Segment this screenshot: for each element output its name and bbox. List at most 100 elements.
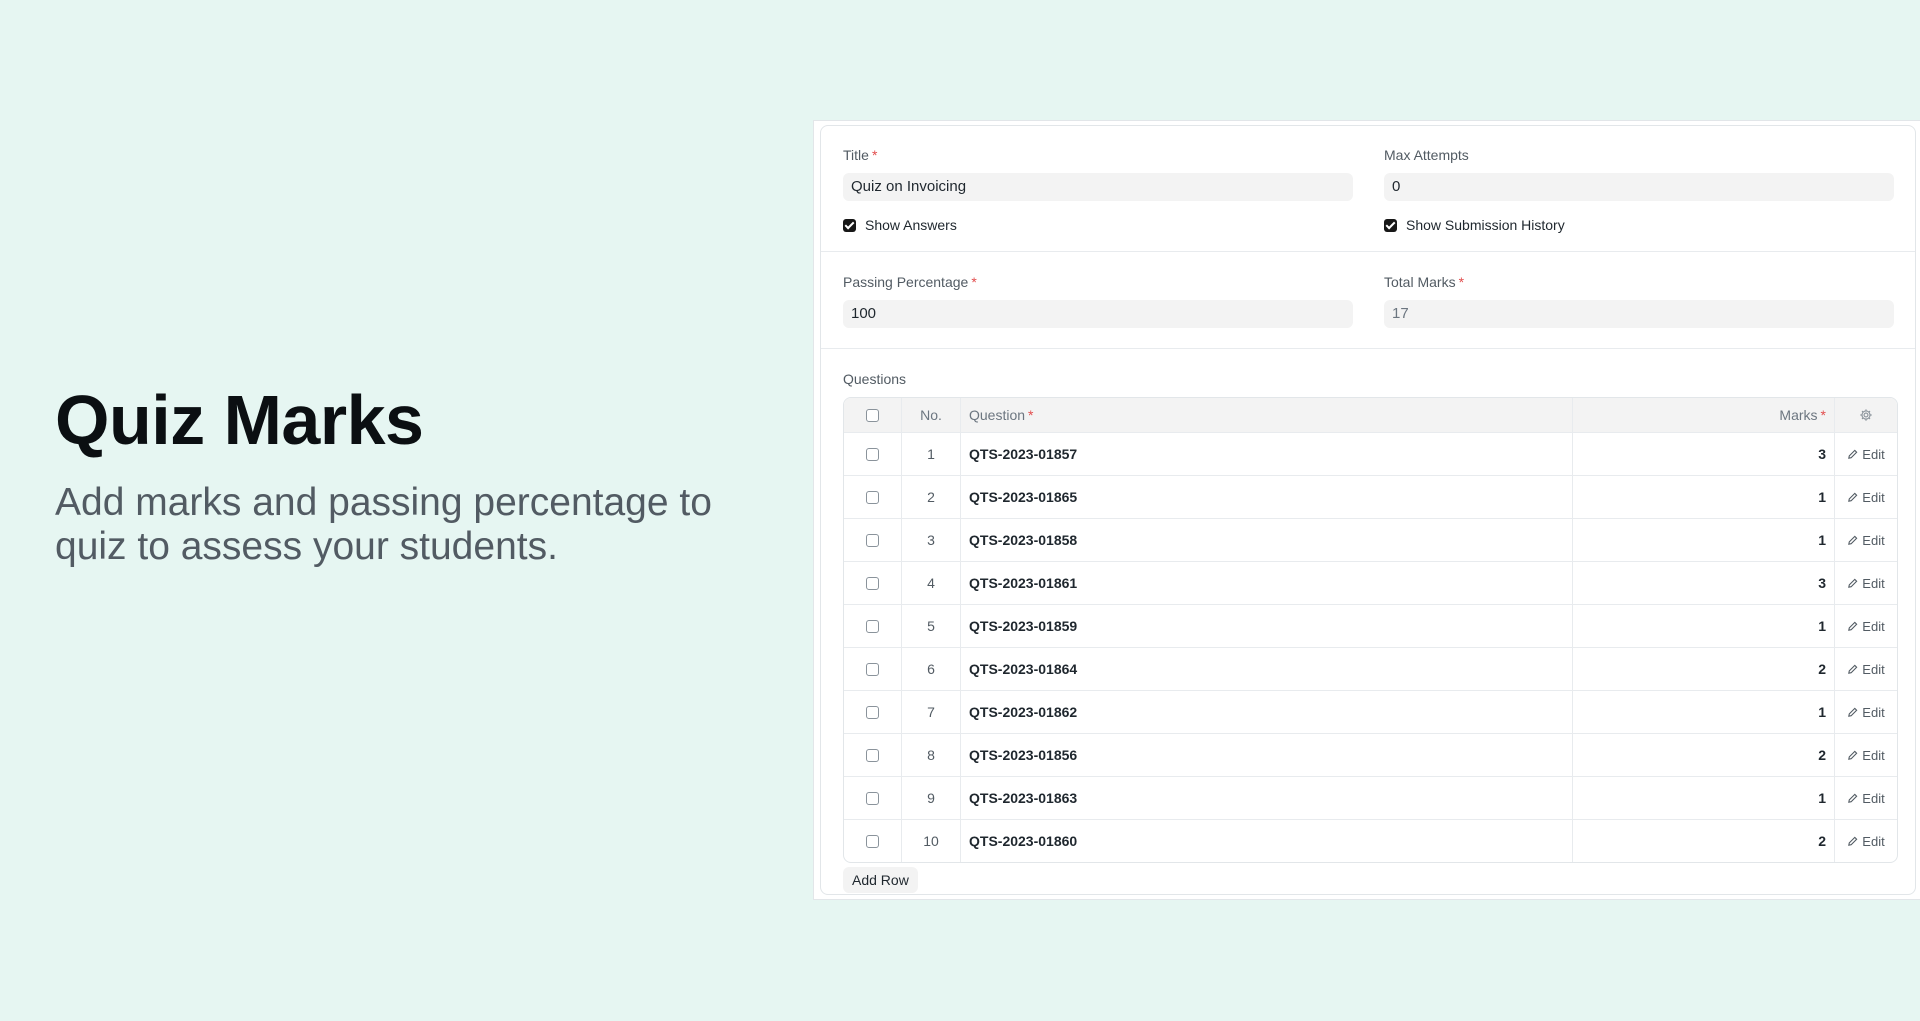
- edit-button[interactable]: Edit: [1847, 489, 1885, 505]
- show-answers-checkbox[interactable]: Show Answers: [843, 217, 957, 233]
- table-row[interactable]: 9 QTS-2023-01863 1 Edit: [844, 776, 1897, 819]
- show-answers-label: Show Answers: [865, 217, 957, 233]
- show-submission-history-label: Show Submission History: [1406, 217, 1565, 233]
- edit-button[interactable]: Edit: [1847, 532, 1885, 548]
- row-question[interactable]: QTS-2023-01862: [961, 691, 1573, 733]
- table-header: No. Question * Marks *: [844, 398, 1897, 432]
- row-question[interactable]: QTS-2023-01863: [961, 777, 1573, 819]
- passing-percentage-label: Passing Percentage: [843, 274, 969, 290]
- row-marks[interactable]: 2: [1573, 734, 1835, 776]
- edit-button[interactable]: Edit: [1847, 791, 1885, 806]
- pencil-icon: [1848, 492, 1858, 502]
- hero-subtitle: Add marks and passing percentage to quiz…: [55, 481, 712, 568]
- row-question[interactable]: QTS-2023-01861: [961, 562, 1573, 604]
- pencil-icon: [1848, 707, 1858, 717]
- table-row[interactable]: 6 QTS-2023-01864 2 Edit: [844, 647, 1897, 690]
- row-checkbox[interactable]: [866, 576, 879, 590]
- row-question[interactable]: QTS-2023-01858: [961, 519, 1573, 561]
- passing-percentage-field: Passing Percentage * 100: [843, 273, 1353, 328]
- edit-label: Edit: [1862, 446, 1885, 462]
- table-row[interactable]: 10 QTS-2023-01860 2 Edit: [844, 819, 1897, 862]
- row-marks[interactable]: 3: [1573, 433, 1835, 475]
- title-label: Title: [843, 147, 869, 163]
- table-row[interactable]: 1 QTS-2023-01857 3 Edit: [844, 432, 1897, 475]
- row-marks[interactable]: 1: [1573, 777, 1835, 819]
- row-no: 8: [902, 734, 961, 776]
- edit-button[interactable]: Edit: [1847, 833, 1885, 849]
- questions-label: Questions: [843, 371, 907, 387]
- row-question[interactable]: QTS-2023-01856: [961, 734, 1573, 776]
- row-marks[interactable]: 1: [1573, 691, 1835, 733]
- row-question[interactable]: QTS-2023-01860: [961, 820, 1573, 862]
- table-row[interactable]: 8 QTS-2023-01856 2 Edit: [844, 733, 1897, 776]
- show-submission-history-check-icon[interactable]: [1384, 218, 1397, 232]
- max-attempts-input[interactable]: 0: [1384, 173, 1894, 201]
- form-section-grading: Passing Percentage * 100 Total Marks * 17: [821, 251, 1915, 349]
- passing-percentage-input[interactable]: 100: [843, 300, 1353, 328]
- row-marks[interactable]: 1: [1573, 605, 1835, 647]
- form-section-general: Title * Quiz on Invoicing Max Attempts 0 …: [821, 126, 1915, 252]
- row-checkbox[interactable]: [866, 619, 879, 633]
- row-checkbox[interactable]: [866, 834, 879, 848]
- hero-title: Quiz Marks: [55, 381, 424, 459]
- edit-label: Edit: [1862, 575, 1885, 591]
- row-checkbox[interactable]: [866, 447, 879, 461]
- edit-button[interactable]: Edit: [1847, 446, 1885, 462]
- row-marks[interactable]: 3: [1573, 562, 1835, 604]
- row-no: 4: [902, 562, 961, 604]
- edit-button[interactable]: Edit: [1847, 747, 1885, 763]
- edit-label: Edit: [1862, 532, 1885, 548]
- row-marks[interactable]: 1: [1573, 476, 1835, 518]
- hero: Quiz Marks Add marks and passing percent…: [55, 382, 715, 569]
- row-checkbox[interactable]: [866, 748, 879, 762]
- column-header-no: No.: [902, 398, 961, 432]
- column-header-question: Question: [969, 407, 1026, 423]
- row-no: 5: [902, 605, 961, 647]
- add-row-button[interactable]: Add Row: [843, 867, 918, 893]
- row-checkbox[interactable]: [866, 705, 879, 719]
- table-row[interactable]: 3 QTS-2023-01858 1 Edit: [844, 518, 1897, 561]
- table-row[interactable]: 2 QTS-2023-01865 1 Edit: [844, 475, 1897, 518]
- row-no: 6: [902, 648, 961, 690]
- table-row[interactable]: 7 QTS-2023-01862 1 Edit: [844, 690, 1897, 733]
- total-marks-field: Total Marks * 17: [1384, 273, 1894, 328]
- show-answers-check-icon[interactable]: [843, 218, 856, 232]
- edit-button[interactable]: Edit: [1847, 705, 1885, 720]
- row-no: 9: [902, 777, 961, 819]
- gear-icon[interactable]: [1859, 408, 1873, 422]
- pencil-icon: [1848, 621, 1858, 631]
- total-marks-label: Total Marks: [1384, 274, 1456, 290]
- max-attempts-label: Max Attempts: [1384, 147, 1469, 163]
- row-question[interactable]: QTS-2023-01865: [961, 476, 1573, 518]
- edit-label: Edit: [1862, 489, 1885, 505]
- max-attempts-field: Max Attempts 0: [1384, 146, 1894, 201]
- row-no: 7: [902, 691, 961, 733]
- row-checkbox[interactable]: [866, 791, 879, 805]
- edit-label: Edit: [1862, 833, 1885, 849]
- edit-button[interactable]: Edit: [1847, 619, 1885, 634]
- row-question[interactable]: QTS-2023-01864: [961, 648, 1573, 690]
- edit-button[interactable]: Edit: [1847, 575, 1885, 591]
- row-no: 3: [902, 519, 961, 561]
- row-marks[interactable]: 2: [1573, 820, 1835, 862]
- row-marks[interactable]: 2: [1573, 648, 1835, 690]
- row-checkbox[interactable]: [866, 533, 879, 547]
- edit-button[interactable]: Edit: [1847, 662, 1885, 677]
- required-marker: *: [971, 274, 977, 290]
- row-checkbox[interactable]: [866, 662, 879, 676]
- show-submission-history-checkbox[interactable]: Show Submission History: [1384, 217, 1565, 233]
- pencil-icon: [1848, 664, 1858, 674]
- title-field: Title * Quiz on Invoicing: [843, 146, 1353, 201]
- pencil-icon: [1848, 836, 1858, 846]
- row-checkbox[interactable]: [866, 490, 879, 504]
- row-marks[interactable]: 1: [1573, 519, 1835, 561]
- title-input[interactable]: Quiz on Invoicing: [843, 173, 1353, 201]
- table-row[interactable]: 4 QTS-2023-01861 3 Edit: [844, 561, 1897, 604]
- pencil-icon: [1848, 578, 1858, 588]
- select-all-checkbox[interactable]: [866, 408, 879, 422]
- row-question[interactable]: QTS-2023-01857: [961, 433, 1573, 475]
- row-question[interactable]: QTS-2023-01859: [961, 605, 1573, 647]
- pencil-icon: [1848, 750, 1858, 760]
- table-row[interactable]: 5 QTS-2023-01859 1 Edit: [844, 604, 1897, 647]
- edit-label: Edit: [1862, 747, 1885, 763]
